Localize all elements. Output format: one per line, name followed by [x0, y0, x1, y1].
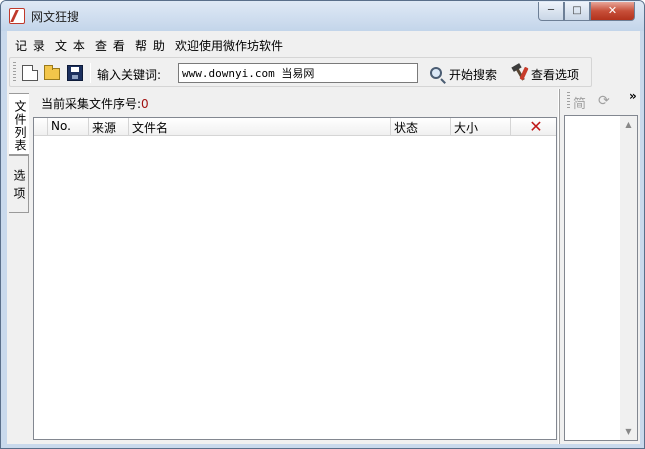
new-file-icon[interactable]: [22, 65, 38, 81]
maximize-button[interactable]: □: [564, 2, 590, 21]
client-area: 记 录 文 本 查 看 帮 助 欢迎使用微作坊软件 输入关键词: 开始搜索 查看…: [7, 31, 640, 444]
menu-record[interactable]: 记 录: [15, 37, 46, 54]
close-button[interactable]: ✕: [590, 2, 635, 21]
tab-file-list[interactable]: 文件列表: [9, 93, 29, 155]
toolbar: 输入关键词: 开始搜索 查看选项: [9, 57, 592, 87]
scroll-down-icon[interactable]: ▼: [620, 423, 637, 440]
list-header: No. 来源 文件名 状态 大小 ✕: [34, 118, 556, 136]
simple-button[interactable]: 简: [573, 93, 586, 112]
serial-label: 当前采集文件序号:: [41, 97, 142, 111]
menu-text[interactable]: 文 本: [55, 37, 86, 54]
vertical-tabs: 文件列表 选项: [9, 89, 31, 444]
view-options-button[interactable]: 查看选项: [531, 66, 579, 83]
column-filename[interactable]: 文件名: [129, 118, 391, 136]
column-source[interactable]: 来源: [89, 118, 129, 136]
app-window: 网文狂搜 ─ □ ✕ 记 录 文 本 查 看 帮 助 欢迎使用微作坊软件 输入关…: [0, 0, 645, 449]
file-list[interactable]: No. 来源 文件名 状态 大小 ✕: [33, 117, 557, 440]
serial-row: 当前采集文件序号:0: [41, 95, 149, 112]
column-blank[interactable]: [34, 118, 48, 136]
app-icon: [9, 8, 25, 24]
tab-options[interactable]: 选项: [9, 155, 29, 213]
right-toolbar-grip[interactable]: [567, 92, 570, 110]
keyword-label: 输入关键词:: [97, 68, 162, 82]
column-status[interactable]: 状态: [391, 118, 451, 136]
tools-icon[interactable]: [510, 64, 529, 82]
refresh-icon[interactable]: ⟳: [598, 93, 610, 109]
start-search-button[interactable]: 开始搜索: [449, 66, 497, 83]
chevron-more-icon[interactable]: »: [629, 89, 637, 103]
delete-icon[interactable]: ✕: [517, 119, 555, 135]
toolbar-separator: [90, 63, 91, 83]
right-panel-toolbar: 简 ⟳ »: [561, 89, 640, 113]
minimize-button[interactable]: ─: [538, 2, 564, 21]
search-icon[interactable]: [430, 67, 442, 79]
list-body[interactable]: [34, 137, 556, 439]
save-icon[interactable]: [67, 65, 83, 81]
scroll-up-icon[interactable]: ▲: [620, 116, 637, 133]
toolbar-grip[interactable]: [13, 62, 16, 82]
column-no[interactable]: No.: [48, 118, 89, 136]
column-size[interactable]: 大小: [451, 118, 511, 136]
panel-splitter[interactable]: [558, 89, 560, 444]
right-panel-list[interactable]: ▲ ▼: [564, 115, 638, 441]
menu-bar: 记 录 文 本 查 看 帮 助 欢迎使用微作坊软件: [7, 33, 640, 55]
keyword-input[interactable]: [178, 63, 418, 83]
title-bar[interactable]: 网文狂搜 ─ □ ✕: [1, 1, 644, 31]
window-title: 网文狂搜: [31, 10, 80, 24]
menu-help[interactable]: 帮 助: [135, 37, 166, 54]
vertical-scrollbar[interactable]: ▲ ▼: [620, 116, 637, 440]
menu-view[interactable]: 查 看: [95, 37, 126, 54]
open-folder-icon[interactable]: [44, 65, 60, 80]
menu-welcome[interactable]: 欢迎使用微作坊软件: [175, 37, 283, 54]
serial-number: 0: [141, 97, 149, 111]
